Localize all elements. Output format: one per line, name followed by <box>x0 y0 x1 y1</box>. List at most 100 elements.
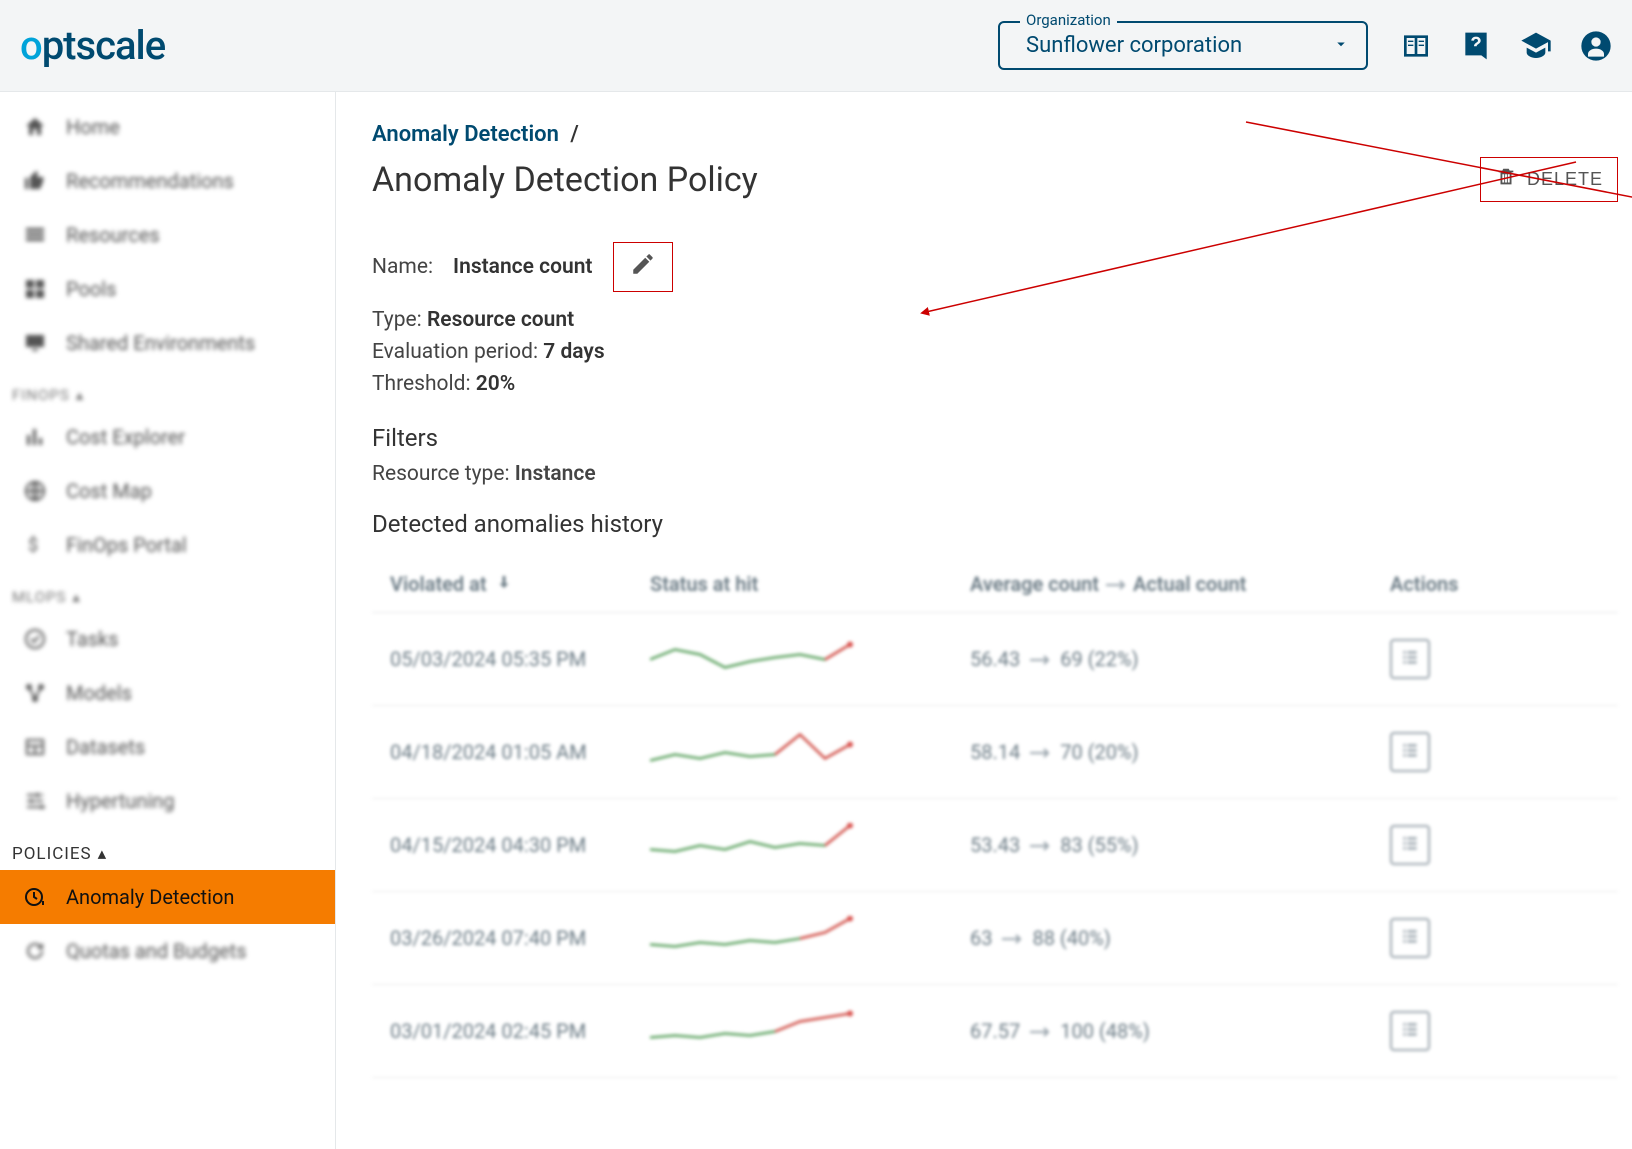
table-header: Violated at Status at hit Average count … <box>372 556 1618 613</box>
sidebar-item-tasks[interactable]: Tasks <box>0 612 335 666</box>
sidebar-item-finops-portal[interactable]: $FinOps Portal <box>0 518 335 572</box>
org-name: Sunflower corporation <box>1026 33 1322 58</box>
sidebar-item-pools[interactable]: Pools <box>0 262 335 316</box>
header-status[interactable]: Status at hit <box>650 572 970 596</box>
resources-action-button[interactable] <box>1390 639 1430 679</box>
bar-chart-icon <box>22 424 48 450</box>
sidebar-group-policies[interactable]: POLICIES ▴ <box>0 828 335 870</box>
pencil-icon <box>630 251 656 283</box>
resources-action-button[interactable] <box>1390 918 1430 958</box>
list-details-icon <box>1400 647 1420 671</box>
list-details-icon <box>1400 1019 1420 1043</box>
caret-up-icon: ▴ <box>76 386 85 404</box>
threshold-value: 20% <box>476 372 516 396</box>
header-violated-at[interactable]: Violated at <box>390 572 650 596</box>
sidebar-item-cost-explorer[interactable]: Cost Explorer <box>0 410 335 464</box>
user-avatar-icon[interactable] <box>1580 30 1612 62</box>
anomaly-history-table: Violated at Status at hit Average count … <box>372 556 1618 1078</box>
name-value: Instance count <box>453 255 592 279</box>
actions-cell <box>1390 1011 1530 1051</box>
sidebar-item-resources[interactable]: Resources <box>0 208 335 262</box>
table-row: 04/18/2024 01:05 AM 58.14 70 (20%) <box>372 706 1618 799</box>
violated-at-cell: 04/18/2024 01:05 AM <box>390 740 650 764</box>
arrow-right-icon <box>1028 740 1052 764</box>
resources-action-button[interactable] <box>1390 1011 1430 1051</box>
dollar-icon: $ <box>22 532 48 558</box>
arrow-right-icon <box>1028 833 1052 857</box>
counts-cell: 63 88 (40%) <box>970 926 1390 950</box>
thumb-icon <box>22 168 48 194</box>
eval-label: Evaluation period: <box>372 340 538 364</box>
violated-at-cell: 03/26/2024 07:40 PM <box>390 926 650 950</box>
monitor-icon <box>22 330 48 356</box>
sparkline-cell <box>650 916 970 960</box>
sidebar-item-models[interactable]: Models <box>0 666 335 720</box>
filter-rt-label: Resource type: <box>372 462 510 486</box>
sliders-icon <box>22 788 48 814</box>
sidebar-item-hypertuning[interactable]: Hypertuning <box>0 774 335 828</box>
caret-up-icon: ▴ <box>98 844 108 864</box>
sidebar-group-finops[interactable]: FINOPS ▴ <box>0 370 335 410</box>
sidebar-item-quotas-budgets[interactable]: Quotas and Budgets <box>0 924 335 978</box>
caret-down-icon <box>1332 35 1350 57</box>
sidebar-item-cost-map[interactable]: Cost Map <box>0 464 335 518</box>
header-actions: Actions <box>1390 572 1530 596</box>
sidebar-item-home[interactable]: Home <box>0 100 335 154</box>
table-row: 05/03/2024 05:35 PM 56.43 69 (22%) <box>372 613 1618 706</box>
edit-name-button[interactable] <box>613 242 673 292</box>
resources-action-button[interactable] <box>1390 732 1430 772</box>
education-icon[interactable] <box>1520 30 1552 62</box>
sidebar-item-datasets[interactable]: Datasets <box>0 720 335 774</box>
counts-cell: 56.43 69 (22%) <box>970 647 1390 671</box>
arrow-right-icon <box>1000 926 1024 950</box>
actions-cell <box>1390 918 1530 958</box>
sidebar: Home Recommendations Resources Pools Sha… <box>0 92 336 1149</box>
grid-icon <box>22 276 48 302</box>
threshold-label: Threshold: <box>372 372 471 396</box>
sparkline-cell <box>650 823 970 867</box>
help-icon[interactable] <box>1460 30 1492 62</box>
list-details-icon <box>1400 740 1420 764</box>
sidebar-item-shared-env[interactable]: Shared Environments <box>0 316 335 370</box>
actions-cell <box>1390 732 1530 772</box>
violated-at-cell: 03/01/2024 02:45 PM <box>390 1019 650 1043</box>
breadcrumb-separator: / <box>570 122 578 147</box>
docs-icon[interactable] <box>1400 30 1432 62</box>
type-value: Resource count <box>427 308 574 332</box>
eval-value: 7 days <box>543 340 604 364</box>
app-logo: optscale <box>20 22 165 69</box>
counts-cell: 53.43 83 (55%) <box>970 833 1390 857</box>
counts-cell: 67.57 100 (48%) <box>970 1019 1390 1043</box>
sort-desc-icon <box>495 572 513 596</box>
header-counts[interactable]: Average count Actual count <box>970 572 1390 596</box>
breadcrumb-root[interactable]: Anomaly Detection <box>372 122 559 147</box>
organization-selector[interactable]: Organization Sunflower corporation <box>998 21 1368 70</box>
sparkline-cell <box>650 730 970 774</box>
list-icon <box>22 222 48 248</box>
main-content: Anomaly Detection / Anomaly Detection Po… <box>336 92 1632 1149</box>
sidebar-item-recommendations[interactable]: Recommendations <box>0 154 335 208</box>
clock-alert-icon <box>22 884 48 910</box>
resources-action-button[interactable] <box>1390 825 1430 865</box>
arrow-right-icon <box>1028 647 1052 671</box>
svg-text:$: $ <box>28 535 38 556</box>
filter-rt-value: Instance <box>515 462 596 486</box>
table-row: 04/15/2024 04:30 PM 53.43 83 (55%) <box>372 799 1618 892</box>
table-row: 03/01/2024 02:45 PM 67.57 100 (48%) <box>372 985 1618 1078</box>
sidebar-group-mlops[interactable]: MLOPS ▴ <box>0 572 335 612</box>
list-details-icon <box>1400 833 1420 857</box>
filters-heading: Filters <box>372 424 1618 452</box>
page-title: Anomaly Detection Policy <box>372 160 758 200</box>
table-icon <box>22 734 48 760</box>
sparkline-cell <box>650 1009 970 1053</box>
counts-cell: 58.14 70 (20%) <box>970 740 1390 764</box>
org-label: Organization <box>1020 11 1117 29</box>
arrow-right-icon <box>1028 1019 1052 1043</box>
breadcrumb: Anomaly Detection / <box>372 122 1618 147</box>
sidebar-item-anomaly-detection[interactable]: Anomaly Detection <box>0 870 335 924</box>
violated-at-cell: 05/03/2024 05:35 PM <box>390 647 650 671</box>
trash-icon <box>1495 166 1517 193</box>
delete-button[interactable]: DELETE <box>1480 157 1618 202</box>
type-label: Type: <box>372 308 422 332</box>
refresh-icon <box>22 938 48 964</box>
